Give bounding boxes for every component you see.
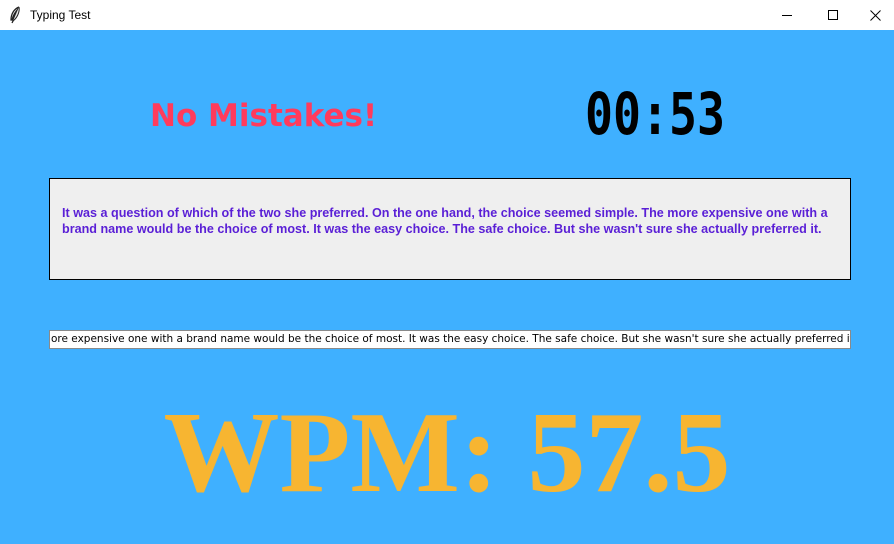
minimize-icon: [782, 15, 792, 16]
window-title: Typing Test: [30, 8, 91, 22]
passage-box: It was a question of which of the two sh…: [49, 178, 851, 280]
mistake-status-label: No Mistakes!: [150, 98, 378, 134]
close-icon: [869, 9, 881, 21]
maximize-button[interactable]: [810, 0, 856, 30]
typing-test-window: Typing Test No Mistakes! 00:53 It was a …: [0, 0, 894, 544]
typed-text: ore expensive one with a brand name woul…: [51, 333, 851, 345]
minimize-button[interactable]: [764, 0, 810, 30]
title-bar[interactable]: Typing Test: [0, 0, 894, 30]
feather-icon: [8, 6, 22, 24]
typing-input[interactable]: ore expensive one with a brand name woul…: [49, 330, 851, 349]
countdown-timer: 00:53: [585, 82, 725, 142]
maximize-icon: [828, 10, 838, 20]
main-area: No Mistakes! 00:53 It was a question of …: [0, 30, 894, 544]
passage-text: It was a question of which of the two sh…: [62, 206, 828, 236]
timer-text: 00:53: [585, 82, 725, 142]
close-button[interactable]: [856, 0, 894, 30]
wpm-result: WPM: 57.5: [163, 389, 731, 517]
